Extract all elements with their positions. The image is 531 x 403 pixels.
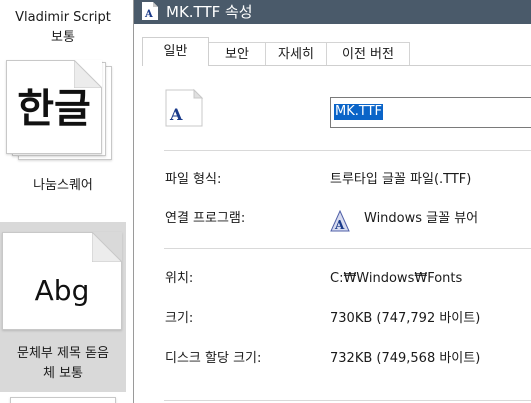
- page-fold-icon: [92, 232, 122, 262]
- font-item-label: 문체부 제목 돋음: [17, 346, 109, 361]
- font-folder-view: Vladimir Script 보통 한글 나눔스퀘어 Abg 문체부 제목 돋…: [0, 0, 130, 403]
- font-item-vladimir-script[interactable]: Vladimir Script 보통: [0, 8, 126, 52]
- next-font-thumbnail: [10, 397, 116, 403]
- font-thumbnail: Abg: [0, 232, 126, 336]
- page-fold-icon: [74, 60, 102, 88]
- font-sample-glyph: Abg: [34, 274, 90, 307]
- font-sample-glyph: 한글: [17, 86, 91, 132]
- thumbnail-page: Abg: [2, 232, 122, 330]
- disk-size-value: 732KB (749,568 바이트): [330, 351, 481, 366]
- font-item-label-line2: 보통: [51, 30, 75, 45]
- file-name-input[interactable]: MK.TTF: [330, 97, 531, 128]
- svg-text:A: A: [144, 9, 153, 20]
- font-item-label: Vladimir Script: [15, 10, 111, 25]
- file-type-value: 트루타입 글꼴 파일(.TTF): [330, 172, 472, 187]
- font-item-label: 나눔스퀘어: [33, 178, 93, 193]
- size-label: 크기:: [165, 311, 194, 326]
- font-item-munchebu-title[interactable]: Abg 문체부 제목 돋음 체 보통: [0, 222, 126, 392]
- file-type-label: 파일 형식:: [165, 172, 222, 187]
- file-name-selected-text: MK.TTF: [334, 104, 384, 120]
- tab-previous-versions[interactable]: 이전 버전: [326, 42, 410, 65]
- separator: [164, 150, 531, 151]
- font-item-nanum-square[interactable]: 한글 나눔스퀘어: [0, 60, 126, 200]
- location-label: 위치:: [165, 271, 194, 286]
- svg-text:A: A: [334, 218, 345, 232]
- location-value: C:₩Windows₩Fonts: [330, 271, 463, 286]
- tab-security[interactable]: 보안: [208, 42, 266, 65]
- tab-bar: 일반 보안 자세히 이전 버전: [134, 24, 531, 66]
- size-value: 730KB (747,792 바이트): [330, 311, 481, 326]
- font-viewer-icon: A: [330, 210, 350, 232]
- general-tab-panel: A MK.TTF 파일 형식: 트루타입 글꼴 파일(.TTF) 연결 프로그램…: [134, 66, 531, 403]
- tab-general[interactable]: 일반: [142, 37, 209, 66]
- svg-text:A: A: [169, 105, 183, 124]
- font-item-label-line2: 체 보통: [42, 366, 83, 381]
- title-bar[interactable]: A MK.TTF 속성: [134, 0, 531, 24]
- tab-details[interactable]: 자세히: [265, 42, 327, 65]
- properties-dialog: A MK.TTF 속성 일반 보안 자세히 이전 버전 A MK.TTF 파일 …: [133, 0, 531, 403]
- opens-with-value: Windows 글꼴 뷰어: [364, 211, 479, 226]
- separator: [164, 400, 531, 401]
- thumbnail-page: 한글: [6, 60, 102, 154]
- font-file-icon: A: [142, 2, 158, 20]
- opens-with-label: 연결 프로그램:: [165, 211, 246, 226]
- disk-size-label: 디스크 할당 크기:: [165, 351, 262, 366]
- font-file-icon: A: [165, 88, 204, 127]
- dialog-title: MK.TTF 속성: [166, 3, 253, 21]
- separator: [164, 248, 531, 249]
- font-thumbnail: 한글: [0, 60, 126, 164]
